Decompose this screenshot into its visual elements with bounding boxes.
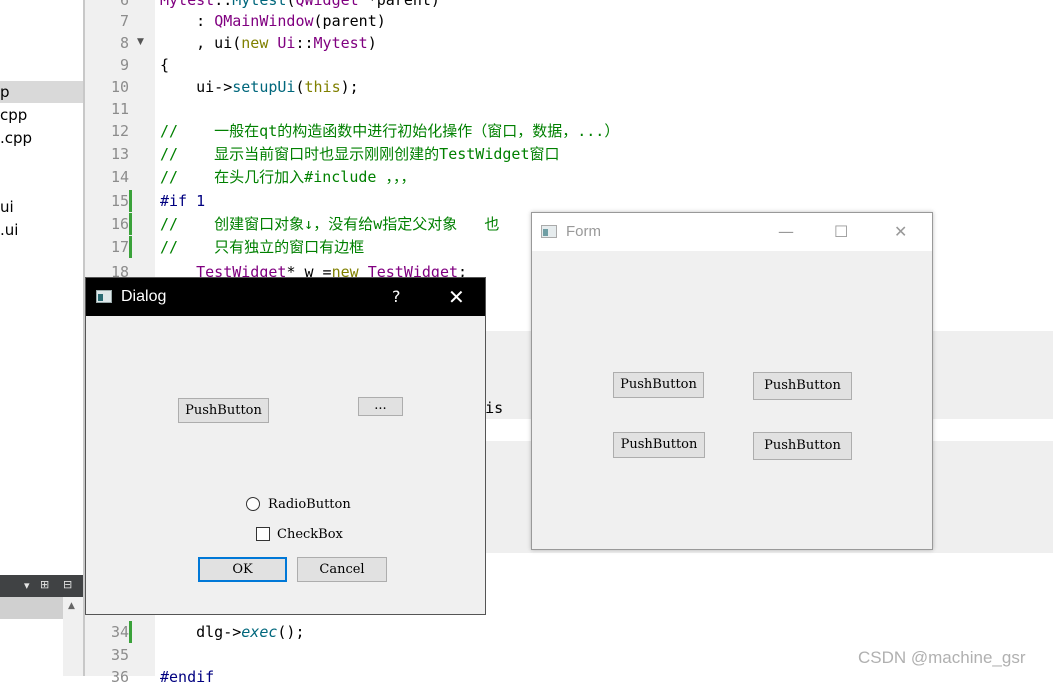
line-number: 11 bbox=[110, 100, 129, 118]
code-line[interactable]: dlg->exec(); bbox=[160, 621, 304, 643]
window-app-icon bbox=[541, 225, 557, 238]
panel-toolbar: ▾ ⊞ ⊟ bbox=[0, 575, 83, 597]
code-line[interactable]: #if 1 bbox=[160, 190, 205, 212]
push-button[interactable]: PushButton bbox=[753, 372, 852, 400]
code-line[interactable]: , ui(new Ui::Mytest) bbox=[160, 32, 377, 54]
code-line[interactable]: // 创建窗口对象↓，没有给w指定父对象 也 bbox=[160, 213, 499, 235]
line-number: 9 bbox=[119, 56, 129, 74]
maximize-icon[interactable]: ☐ bbox=[834, 213, 848, 251]
file-item[interactable]: ui bbox=[0, 196, 14, 218]
file-item[interactable]: .ui bbox=[0, 219, 18, 241]
code-line[interactable]: // 显示当前窗口时也显示刚刚创建的TestWidget窗口 bbox=[160, 143, 560, 165]
line-number: 12 bbox=[110, 122, 129, 140]
line-number: 16 bbox=[110, 215, 129, 233]
code-line[interactable]: // 在头几行加入#include ，，， bbox=[160, 166, 415, 188]
close-panel-icon[interactable]: ⊟ bbox=[63, 578, 72, 591]
change-marker bbox=[129, 213, 132, 235]
open-documents-panel: ▲ bbox=[0, 597, 83, 676]
push-button[interactable]: PushButton bbox=[613, 432, 705, 458]
watermark: CSDN @machine_gsr bbox=[858, 648, 1026, 667]
form-titlebar[interactable]: Form — ☐ ✕ bbox=[532, 213, 932, 251]
line-number: 10 bbox=[110, 78, 129, 96]
push-button[interactable]: PushButton bbox=[613, 372, 704, 398]
change-marker bbox=[129, 236, 132, 258]
dialog-title: Dialog bbox=[121, 288, 167, 305]
checkbox-square-icon[interactable] bbox=[256, 527, 270, 541]
dropdown-icon[interactable]: ▾ bbox=[24, 579, 30, 592]
line-number: 36 bbox=[110, 668, 129, 686]
code-line[interactable]: ui->setupUi(this); bbox=[160, 76, 359, 98]
dialog-titlebar[interactable]: Dialog ? ✕ bbox=[86, 278, 485, 316]
form-window: Form — ☐ ✕ PushButton PushButton PushBut… bbox=[531, 212, 933, 550]
file-item[interactable]: .cpp bbox=[0, 127, 32, 149]
line-number: 13 bbox=[110, 145, 129, 163]
fold-arrow-icon[interactable]: ▼ bbox=[137, 37, 144, 47]
window-app-icon bbox=[96, 290, 112, 303]
scroll-up-icon[interactable]: ▲ bbox=[68, 601, 75, 611]
cancel-button[interactable]: Cancel bbox=[297, 557, 387, 582]
line-number: 17 bbox=[110, 238, 129, 256]
code-line[interactable]: { bbox=[160, 54, 169, 76]
file-item[interactable]: p bbox=[0, 81, 10, 103]
selected-row-highlight bbox=[0, 81, 83, 103]
selected-row-highlight bbox=[0, 597, 63, 619]
radio-label: RadioButton bbox=[268, 497, 351, 512]
code-line[interactable]: // 只有独立的窗口有边框 bbox=[160, 236, 364, 258]
line-number: 14 bbox=[110, 168, 129, 186]
close-icon[interactable]: ✕ bbox=[448, 278, 465, 316]
change-marker bbox=[129, 621, 132, 643]
line-number: 34 bbox=[110, 623, 129, 641]
ellipsis-button[interactable]: ... bbox=[358, 397, 403, 416]
code-line[interactable]: #endif bbox=[160, 666, 214, 688]
file-item[interactable]: cpp bbox=[0, 104, 27, 126]
ok-button[interactable]: OK bbox=[198, 557, 287, 582]
push-button[interactable]: PushButton bbox=[753, 432, 852, 460]
code-line[interactable]: : QMainWindow(parent) bbox=[160, 10, 386, 32]
line-number: 7 bbox=[119, 12, 129, 30]
scrollbar[interactable]: ▲ bbox=[63, 597, 83, 676]
push-button[interactable]: PushButton bbox=[178, 398, 269, 423]
line-number: 15 bbox=[110, 192, 129, 210]
checkbox-label: CheckBox bbox=[277, 527, 343, 542]
help-button[interactable]: ? bbox=[392, 278, 401, 316]
minimize-icon[interactable]: — bbox=[778, 213, 794, 251]
line-number: 8 bbox=[119, 34, 129, 52]
radio-circle-icon[interactable] bbox=[246, 497, 260, 511]
form-title: Form bbox=[566, 223, 601, 240]
change-marker bbox=[129, 190, 132, 212]
code-line[interactable]: // 一般在qt的构造函数中进行初始化操作（窗口，数据，...） bbox=[160, 120, 619, 142]
project-tree: p cpp .cpp ui .ui ▾ ⊞ ⊟ ▲ bbox=[0, 0, 83, 676]
close-icon[interactable]: ✕ bbox=[894, 213, 907, 251]
line-number: 35 bbox=[110, 646, 129, 664]
dialog-window: Dialog ? ✕ PushButton ... RadioButton Ch… bbox=[85, 277, 486, 615]
split-icon[interactable]: ⊞ bbox=[40, 578, 49, 591]
